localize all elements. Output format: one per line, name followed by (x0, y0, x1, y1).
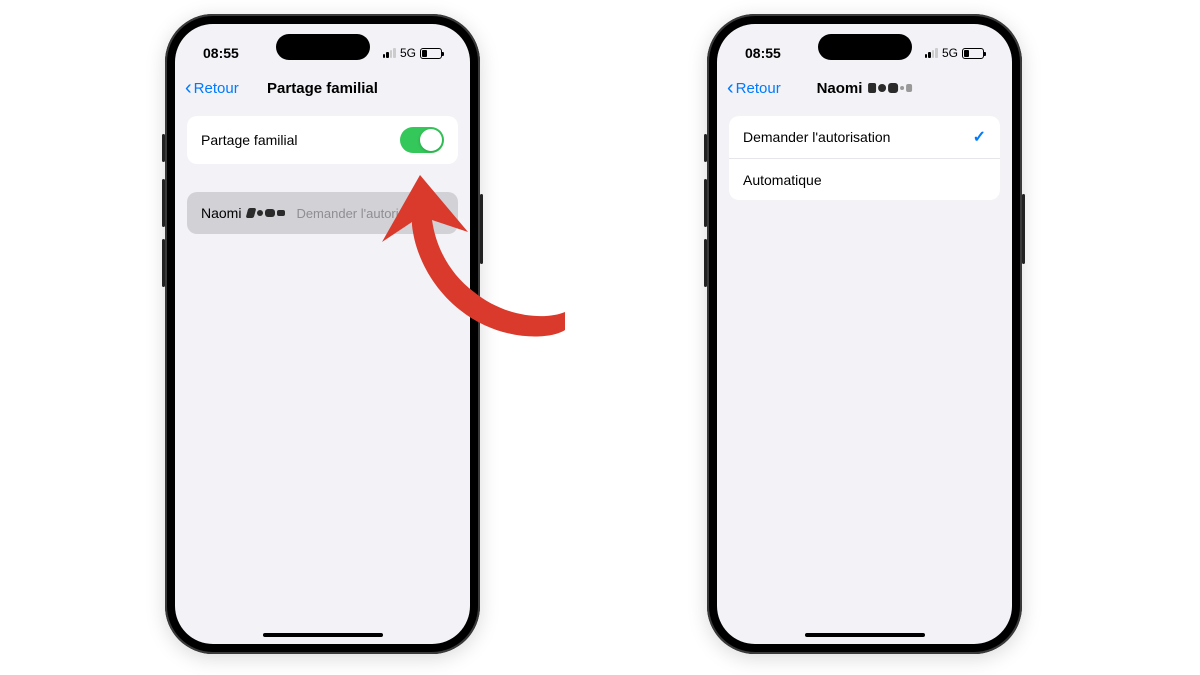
option-automatic[interactable]: Automatique (729, 158, 1000, 200)
option-label: Automatique (743, 172, 822, 188)
member-name: Naomi (201, 205, 241, 221)
home-indicator[interactable] (263, 633, 383, 637)
settings-content: Partage familial Naomi (175, 110, 470, 268)
mute-switch (704, 134, 707, 162)
back-label: Retour (736, 80, 781, 97)
chevron-right-icon: › (439, 205, 444, 221)
title-name: Naomi (817, 80, 863, 97)
phone-frame-right: 08:55 5G ‹ Retour Naomi (707, 14, 1022, 654)
network-label: 5G (400, 46, 416, 60)
volume-up-button (162, 179, 165, 227)
obscured-surname-icon (247, 208, 285, 218)
screen-right: 08:55 5G ‹ Retour Naomi (717, 24, 1012, 644)
option-label: Demander l'autorisation (743, 129, 890, 145)
dynamic-island (818, 34, 912, 60)
member-detail-wrap: Demander l'autorisation › (296, 205, 444, 221)
member-detail: Demander l'autorisation (296, 206, 433, 221)
family-sharing-toggle-row[interactable]: Partage familial (187, 116, 458, 164)
obscured-surname-icon (868, 83, 912, 93)
status-right: 5G (925, 46, 984, 60)
back-label: Retour (194, 80, 239, 97)
power-button (1022, 194, 1025, 264)
options-group: Demander l'autorisation ✓ Automatique (729, 116, 1000, 200)
volume-down-button (704, 239, 707, 287)
members-group: Naomi Demander l'autorisation › (187, 192, 458, 234)
chevron-left-icon: ‹ (185, 78, 192, 98)
battery-icon (962, 48, 984, 59)
nav-bar: ‹ Retour Partage familial (175, 68, 470, 110)
volume-up-button (704, 179, 707, 227)
home-indicator[interactable] (805, 633, 925, 637)
power-button (480, 194, 483, 264)
member-row[interactable]: Naomi Demander l'autorisation › (187, 192, 458, 234)
page-title: Partage familial (267, 80, 378, 97)
toggle-switch-on[interactable] (400, 127, 444, 153)
battery-icon (420, 48, 442, 59)
back-button[interactable]: ‹ Retour (727, 78, 781, 98)
page-title: Naomi (817, 80, 913, 97)
phone-frame-left: 08:55 5G ‹ Retour Partage familial Parta… (165, 14, 480, 654)
toggle-group: Partage familial (187, 116, 458, 164)
cellular-signal-icon (925, 48, 938, 58)
network-label: 5G (942, 46, 958, 60)
status-right: 5G (383, 46, 442, 60)
dynamic-island (276, 34, 370, 60)
chevron-left-icon: ‹ (727, 78, 734, 98)
checkmark-icon: ✓ (973, 127, 986, 147)
toggle-label: Partage familial (201, 132, 298, 148)
screen-left: 08:55 5G ‹ Retour Partage familial Parta… (175, 24, 470, 644)
status-time: 08:55 (203, 45, 239, 61)
cellular-signal-icon (383, 48, 396, 58)
member-name-wrap: Naomi (201, 205, 285, 221)
option-request-authorization[interactable]: Demander l'autorisation ✓ (729, 116, 1000, 158)
back-button[interactable]: ‹ Retour (185, 78, 239, 98)
settings-content: Demander l'autorisation ✓ Automatique (717, 110, 1012, 234)
nav-bar: ‹ Retour Naomi (717, 68, 1012, 110)
volume-down-button (162, 239, 165, 287)
status-time: 08:55 (745, 45, 781, 61)
mute-switch (162, 134, 165, 162)
